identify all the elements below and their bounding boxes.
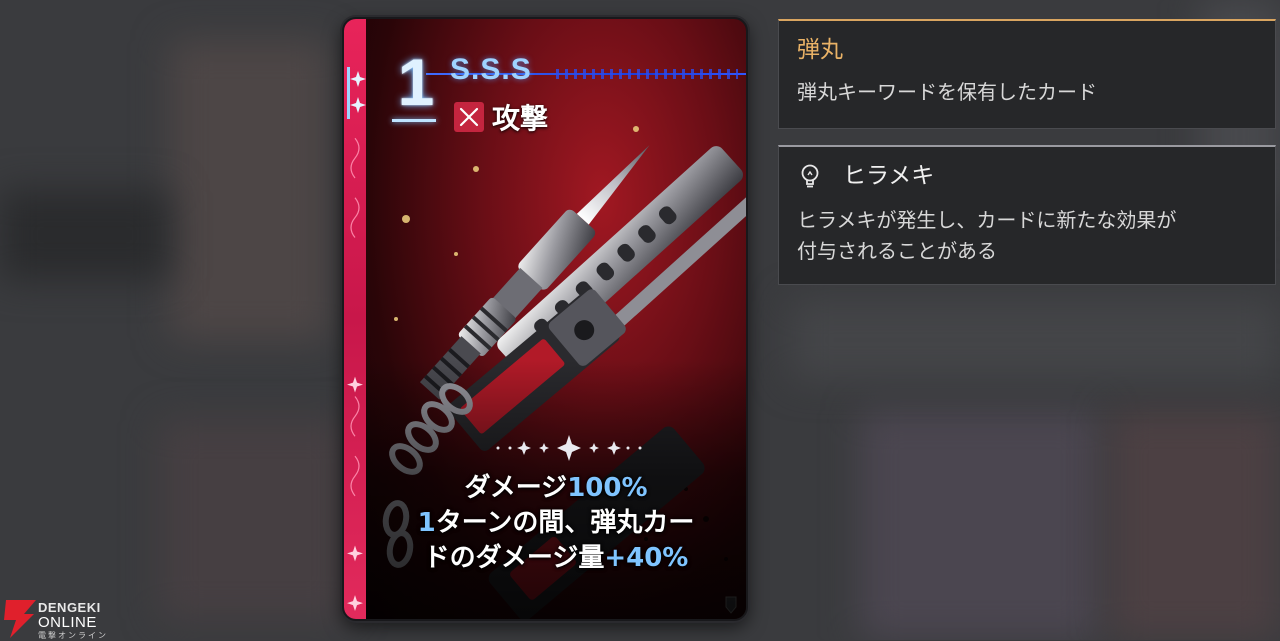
skill-card[interactable]: 1 S.S.S 攻撃 ダメージ100% 1ターンの間、弾丸カー ドのダメージ量+… (342, 17, 748, 621)
description-line-2: 1ターンの間、弾丸カー (417, 508, 695, 538)
tooltip-body: 弾丸キーワードを保有したカード (797, 80, 1097, 104)
card-type-label: 攻撃 (492, 102, 549, 135)
card-name: S.S.S (450, 53, 532, 86)
description-line-1: ダメージ100% (464, 473, 648, 503)
cost-underline (392, 119, 436, 122)
card-description: ダメージ100% 1ターンの間、弾丸カー ドのダメージ量+40% (366, 471, 746, 576)
card-cost: 1 (397, 45, 435, 119)
watermark-line-3: 電撃オンライン (38, 631, 108, 640)
watermark-line-1: DENGEKI (38, 600, 101, 615)
watermark-line-2: ONLINE (38, 614, 97, 631)
crossed-swords-icon (454, 102, 484, 132)
tooltip-title: ヒラメキ (797, 161, 1257, 191)
sparkle-divider-icon (496, 435, 642, 461)
tooltip-title: 弾丸 (797, 37, 843, 63)
keyword-tooltip-inspiration: ヒラメキ ヒラメキが発生し、カードに新たな効果が 付与されることがある (778, 145, 1276, 285)
card-type: 攻撃 (454, 97, 548, 137)
tooltip-body: ヒラメキが発生し、カードに新たな効果が 付与されることがある (797, 208, 1177, 263)
cost-bracket-icon (347, 67, 366, 119)
description-line-3: ドのダメージ量+40% (423, 543, 689, 573)
lightbulb-icon (801, 164, 819, 188)
keyword-tooltip-bullet: 弾丸 弾丸キーワードを保有したカード (778, 19, 1276, 129)
